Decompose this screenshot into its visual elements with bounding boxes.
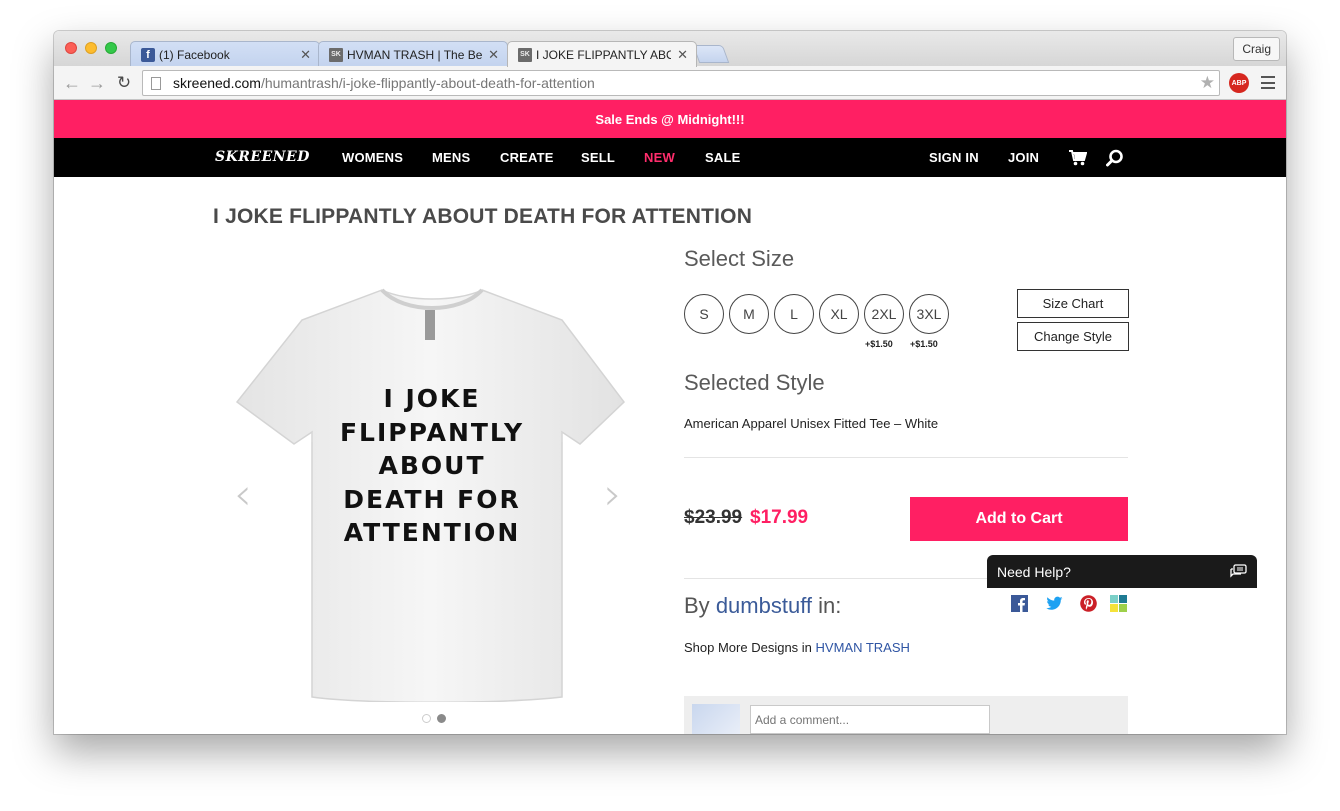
- shop-link[interactable]: HVMAN TRASH: [816, 640, 910, 655]
- product-title: I JOKE FLIPPANTLY ABOUT DEATH FOR ATTENT…: [213, 205, 753, 228]
- site-nav: SKREENED WOMENS MENS CREATE SELL NEW SAL…: [54, 138, 1286, 177]
- size-option-3xl[interactable]: 3XL: [909, 294, 949, 334]
- size-3xl-surcharge: +$1.50: [910, 339, 938, 349]
- close-tab-icon[interactable]: ✕: [300, 47, 311, 63]
- selected-style-heading: Selected Style: [684, 370, 825, 395]
- shop-more-designs: Shop More Designs in HVMAN TRASH: [684, 640, 910, 655]
- nav-sell[interactable]: SELL: [581, 150, 615, 165]
- divider: [684, 457, 1128, 458]
- nav-sign-in[interactable]: SIGN IN: [929, 150, 979, 165]
- nav-create[interactable]: CREATE: [500, 150, 554, 165]
- back-arrow-icon[interactable]: ←: [62, 73, 82, 93]
- shirt-print-line: FLIPPANTLY: [339, 417, 525, 447]
- url-host: skreened.com: [173, 75, 261, 91]
- tab-facebook[interactable]: f (1) Facebook ✕: [130, 41, 320, 67]
- nav-mens[interactable]: MENS: [432, 150, 470, 165]
- facebook-favicon-icon: f: [141, 47, 155, 62]
- zoom-window-button[interactable]: [105, 42, 117, 54]
- tab-title: HVMAN TRASH | The Best: [347, 47, 483, 62]
- close-window-button[interactable]: [65, 42, 77, 54]
- screen: f (1) Facebook ✕ SK HVMAN TRASH | The Be…: [0, 0, 1340, 811]
- size-option-s[interactable]: S: [684, 294, 724, 334]
- facebook-share-icon[interactable]: [1011, 595, 1028, 612]
- shirt-print-line: DEATH FOR: [343, 484, 521, 514]
- gallery-pagination: [422, 714, 446, 723]
- size-2xl-surcharge: +$1.50: [865, 339, 893, 349]
- comment-input[interactable]: [750, 705, 990, 734]
- profile-button[interactable]: Craig: [1233, 37, 1280, 61]
- sale-price: $17.99: [750, 507, 809, 528]
- add-to-cart-button[interactable]: Add to Cart: [910, 497, 1128, 541]
- by-prefix: By: [684, 593, 710, 618]
- nav-womens[interactable]: WOMENS: [342, 150, 403, 165]
- shirt-print-text: I JOKE FLIPPANTLY ABOUT DEATH FOR ATTENT…: [232, 382, 632, 550]
- avatar: [692, 704, 740, 734]
- size-option-m[interactable]: M: [729, 294, 769, 334]
- tab-title: (1) Facebook: [159, 47, 230, 62]
- selected-style-name: American Apparel Unisex Fitted Tee – Whi…: [684, 416, 939, 431]
- twitter-share-icon[interactable]: [1046, 595, 1063, 612]
- pinterest-share-icon[interactable]: [1080, 595, 1097, 612]
- browser-toolbar: ← → ↻ skreened.com/humantrash/i-joke-fli…: [54, 66, 1286, 100]
- shop-more-prefix: Shop More Designs in: [684, 640, 812, 655]
- share-grid-icon[interactable]: [1110, 595, 1127, 612]
- gallery-next-arrow-icon[interactable]: ›: [604, 469, 622, 520]
- url-path: /humantrash/i-joke-flippantly-about-deat…: [260, 75, 595, 91]
- tab-current-product[interactable]: SK I JOKE FLIPPANTLY ABOU ✕: [507, 41, 697, 67]
- change-style-button[interactable]: Change Style: [1017, 322, 1129, 351]
- adblock-extension-icon[interactable]: ABP: [1229, 73, 1249, 93]
- address-bar[interactable]: skreened.com/humantrash/i-joke-flippantl…: [142, 70, 1220, 96]
- bookmark-star-icon[interactable]: ★: [1200, 73, 1215, 93]
- reload-icon[interactable]: ↻: [114, 73, 134, 93]
- browser-menu-icon[interactable]: [1261, 76, 1275, 89]
- forward-arrow-icon[interactable]: →: [87, 73, 107, 93]
- cart-icon[interactable]: [1069, 150, 1087, 166]
- need-help-widget[interactable]: Need Help?: [987, 555, 1257, 588]
- original-price: $23.99: [684, 507, 743, 528]
- gallery-prev-arrow-icon[interactable]: ‹: [234, 469, 252, 520]
- minimize-window-button[interactable]: [85, 42, 97, 54]
- close-tab-icon[interactable]: ✕: [677, 47, 688, 63]
- shirt-print-line: ABOUT: [378, 451, 486, 480]
- skreened-favicon-icon: SK: [518, 47, 532, 62]
- nav-new[interactable]: NEW: [644, 150, 675, 165]
- size-option-2xl[interactable]: 2XL: [864, 294, 904, 334]
- size-option-l[interactable]: L: [774, 294, 814, 334]
- nav-join[interactable]: JOIN: [1008, 150, 1039, 165]
- site-logo[interactable]: SKREENED: [215, 149, 310, 165]
- need-help-label: Need Help?: [997, 563, 1071, 580]
- gallery-dot-1[interactable]: [422, 714, 431, 723]
- shirt-label-tag: [425, 310, 435, 340]
- browser-window: f (1) Facebook ✕ SK HVMAN TRASH | The Be…: [54, 31, 1286, 734]
- shirt-print-line: ATTENTION: [343, 518, 521, 547]
- nav-sale[interactable]: SALE: [705, 150, 740, 165]
- new-tab-button[interactable]: [692, 45, 730, 63]
- product-page: I JOKE FLIPPANTLY ABOUT DEATH FOR ATTENT…: [54, 177, 1286, 734]
- search-icon[interactable]: [1106, 149, 1124, 167]
- by-suffix: in:: [818, 593, 842, 618]
- tab-hvman-trash[interactable]: SK HVMAN TRASH | The Best ✕: [318, 41, 508, 67]
- close-tab-icon[interactable]: ✕: [488, 47, 499, 63]
- designer-link[interactable]: dumbstuff: [716, 593, 812, 618]
- tab-title: I JOKE FLIPPANTLY ABOU: [536, 47, 672, 62]
- shirt-print-line: I JOKE: [383, 384, 481, 413]
- tab-strip: f (1) Facebook ✕ SK HVMAN TRASH | The Be…: [54, 31, 1286, 67]
- size-option-xl[interactable]: XL: [819, 294, 859, 334]
- gallery-dot-2[interactable]: [437, 714, 446, 723]
- comment-box: [684, 696, 1128, 734]
- size-options: S M L XL 2XL 3XL: [684, 294, 949, 334]
- skreened-favicon-icon: SK: [329, 47, 343, 62]
- chat-icon: [1230, 564, 1247, 578]
- product-image[interactable]: I JOKE FLIPPANTLY ABOUT DEATH FOR ATTENT…: [232, 282, 632, 703]
- size-chart-button[interactable]: Size Chart: [1017, 289, 1129, 318]
- designer-credit: By dumbstuff in:: [684, 593, 841, 619]
- select-size-heading: Select Size: [684, 246, 795, 271]
- promo-banner[interactable]: Sale Ends @ Midnight!!!: [54, 100, 1286, 138]
- page-icon: [151, 76, 161, 90]
